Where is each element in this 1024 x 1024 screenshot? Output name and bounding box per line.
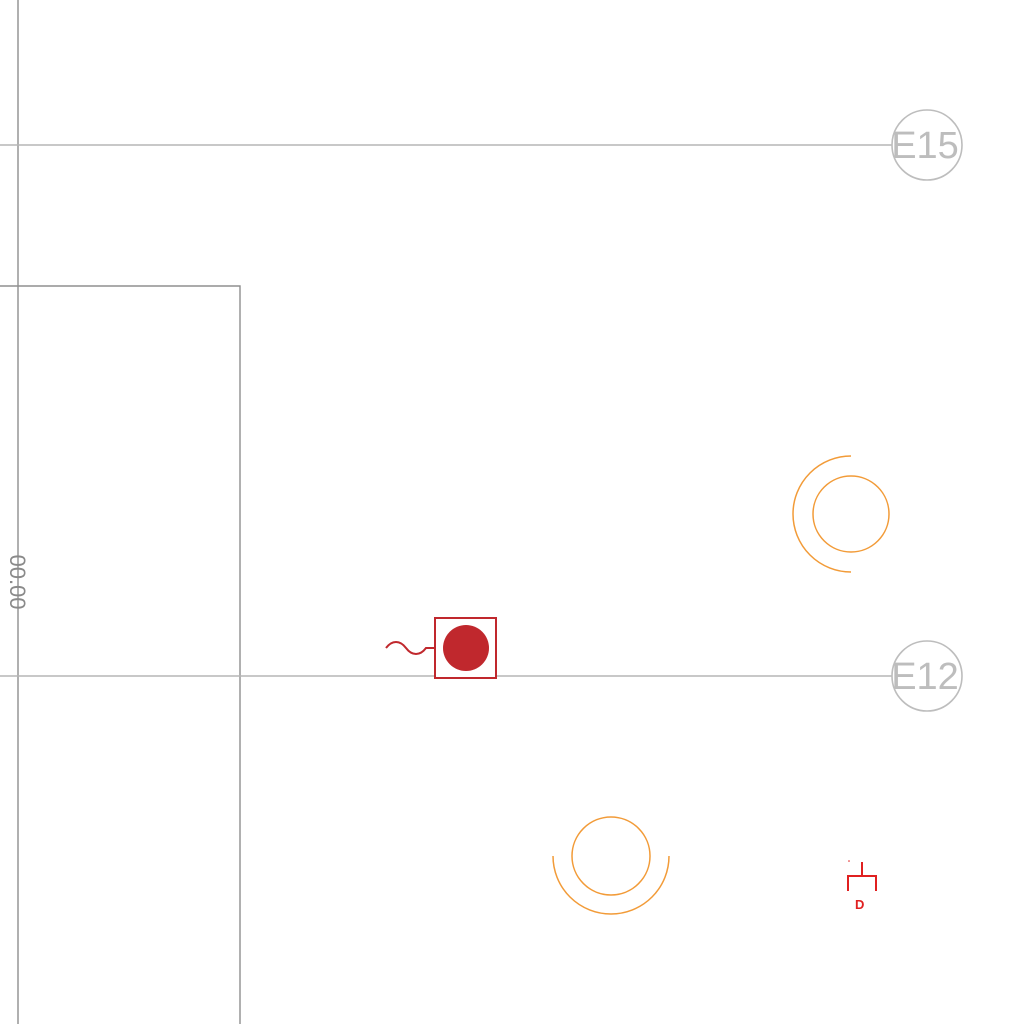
grid-bubble-e12-label: E12: [891, 656, 959, 698]
floor-plan-canvas: E15 E12 00.00 D: [0, 0, 963, 1024]
light-fixture-icon[interactable]: [792, 455, 890, 573]
outlet-mark-label: D: [855, 897, 864, 912]
outlet-symbol-icon[interactable]: D: [847, 860, 877, 912]
room-outline: [0, 285, 241, 1024]
wall-device-icon[interactable]: [385, 617, 497, 679]
grid-bubble-e15[interactable]: E15: [891, 109, 963, 181]
light-fixture-icon[interactable]: [552, 816, 670, 915]
grid-bubble-e12[interactable]: E12: [891, 640, 963, 712]
grid-bubble-e15-label: E15: [891, 125, 959, 167]
dimension-label: 00.00: [5, 554, 30, 609]
